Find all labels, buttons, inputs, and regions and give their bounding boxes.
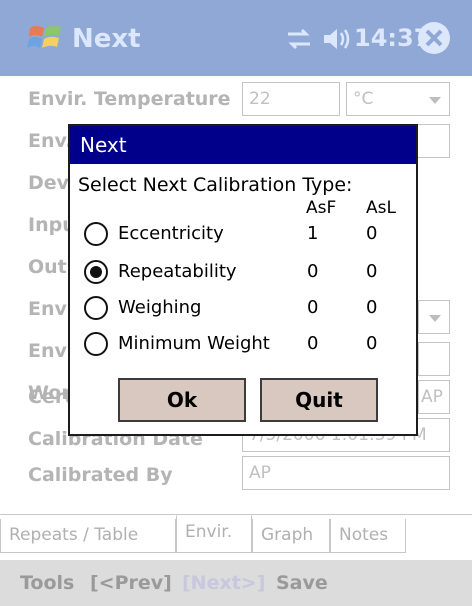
option-label: Minimum Weight xyxy=(118,333,270,354)
field-label: Dev xyxy=(28,172,70,194)
speaker-icon[interactable] xyxy=(320,24,354,54)
next-menu[interactable]: [Next>] xyxy=(182,572,265,594)
field-label: Out xyxy=(28,256,67,278)
asf-value: 0 xyxy=(307,261,319,282)
dialog-prompt: Select Next Calibration Type: xyxy=(78,174,353,196)
field-label: Envir. Temperature xyxy=(28,88,231,110)
field-label: Env xyxy=(28,340,67,362)
option-eccentricity[interactable]: Eccentricity 1 0 xyxy=(84,220,404,250)
dialog-title: Next xyxy=(70,126,416,164)
asf-value: 0 xyxy=(307,297,319,318)
unit-value: °C xyxy=(353,89,374,109)
radio-button[interactable] xyxy=(84,332,108,356)
option-repeatability[interactable]: Repeatability 0 0 xyxy=(84,258,404,288)
tab-strip: Repeats / Table Envir. Graph Notes xyxy=(0,514,472,554)
menu-bar: Tools [<Prev] [Next>] Save xyxy=(0,560,472,606)
radio-button[interactable] xyxy=(84,296,108,320)
radio-button[interactable] xyxy=(84,222,108,246)
col-asl-header: AsL xyxy=(366,198,396,218)
option-label: Weighing xyxy=(118,297,202,318)
title-bar: Next 14:37 xyxy=(0,0,472,76)
prev-menu[interactable]: [<Prev] xyxy=(90,572,172,594)
asf-value: 0 xyxy=(307,333,319,354)
envir-select[interactable] xyxy=(418,300,450,334)
temperature-unit-select[interactable]: °C xyxy=(346,82,450,116)
tools-menu[interactable]: Tools xyxy=(20,572,74,594)
app-title: Next xyxy=(72,24,141,54)
windows-start-icon[interactable] xyxy=(26,18,66,58)
device-screen: Next 14:37 Envir. Temperature 22 °C Env.… xyxy=(0,0,472,606)
tab-repeats-table[interactable]: Repeats / Table xyxy=(0,519,176,553)
option-minimum-weight[interactable]: Minimum Weight 0 0 xyxy=(84,330,404,360)
asl-value: 0 xyxy=(366,297,378,318)
field-label: Env xyxy=(28,298,67,320)
calibrated-by-input[interactable]: AP xyxy=(242,456,450,490)
temperature-input[interactable]: 22 xyxy=(242,82,340,116)
tab-envir[interactable]: Envir. xyxy=(176,515,252,553)
radio-button-selected[interactable] xyxy=(84,260,108,284)
asl-value: 0 xyxy=(366,261,378,282)
chevron-down-icon xyxy=(429,97,441,104)
certificate-input[interactable]: AP xyxy=(418,380,450,414)
chevron-down-icon xyxy=(429,315,441,322)
tab-graph[interactable]: Graph xyxy=(252,519,330,553)
asf-value: 1 xyxy=(307,223,319,244)
asl-value: 0 xyxy=(366,333,378,354)
connectivity-icon[interactable] xyxy=(284,26,314,52)
option-label: Repeatability xyxy=(118,261,237,282)
work-input[interactable] xyxy=(418,342,450,376)
asl-value: 0 xyxy=(366,223,378,244)
option-label: Eccentricity xyxy=(118,223,224,244)
field-label: Calibrated By xyxy=(28,464,173,486)
next-calibration-dialog: Next Select Next Calibration Type: AsF A… xyxy=(68,124,418,436)
ok-button[interactable]: Ok xyxy=(118,378,246,422)
quit-button[interactable]: Quit xyxy=(260,378,378,422)
col-asf-header: AsF xyxy=(306,198,337,218)
tab-notes[interactable]: Notes xyxy=(330,519,406,553)
field-label: Cert xyxy=(28,386,74,408)
save-menu[interactable]: Save xyxy=(276,572,328,594)
option-weighing[interactable]: Weighing 0 0 xyxy=(84,294,404,324)
close-icon[interactable] xyxy=(416,20,452,56)
